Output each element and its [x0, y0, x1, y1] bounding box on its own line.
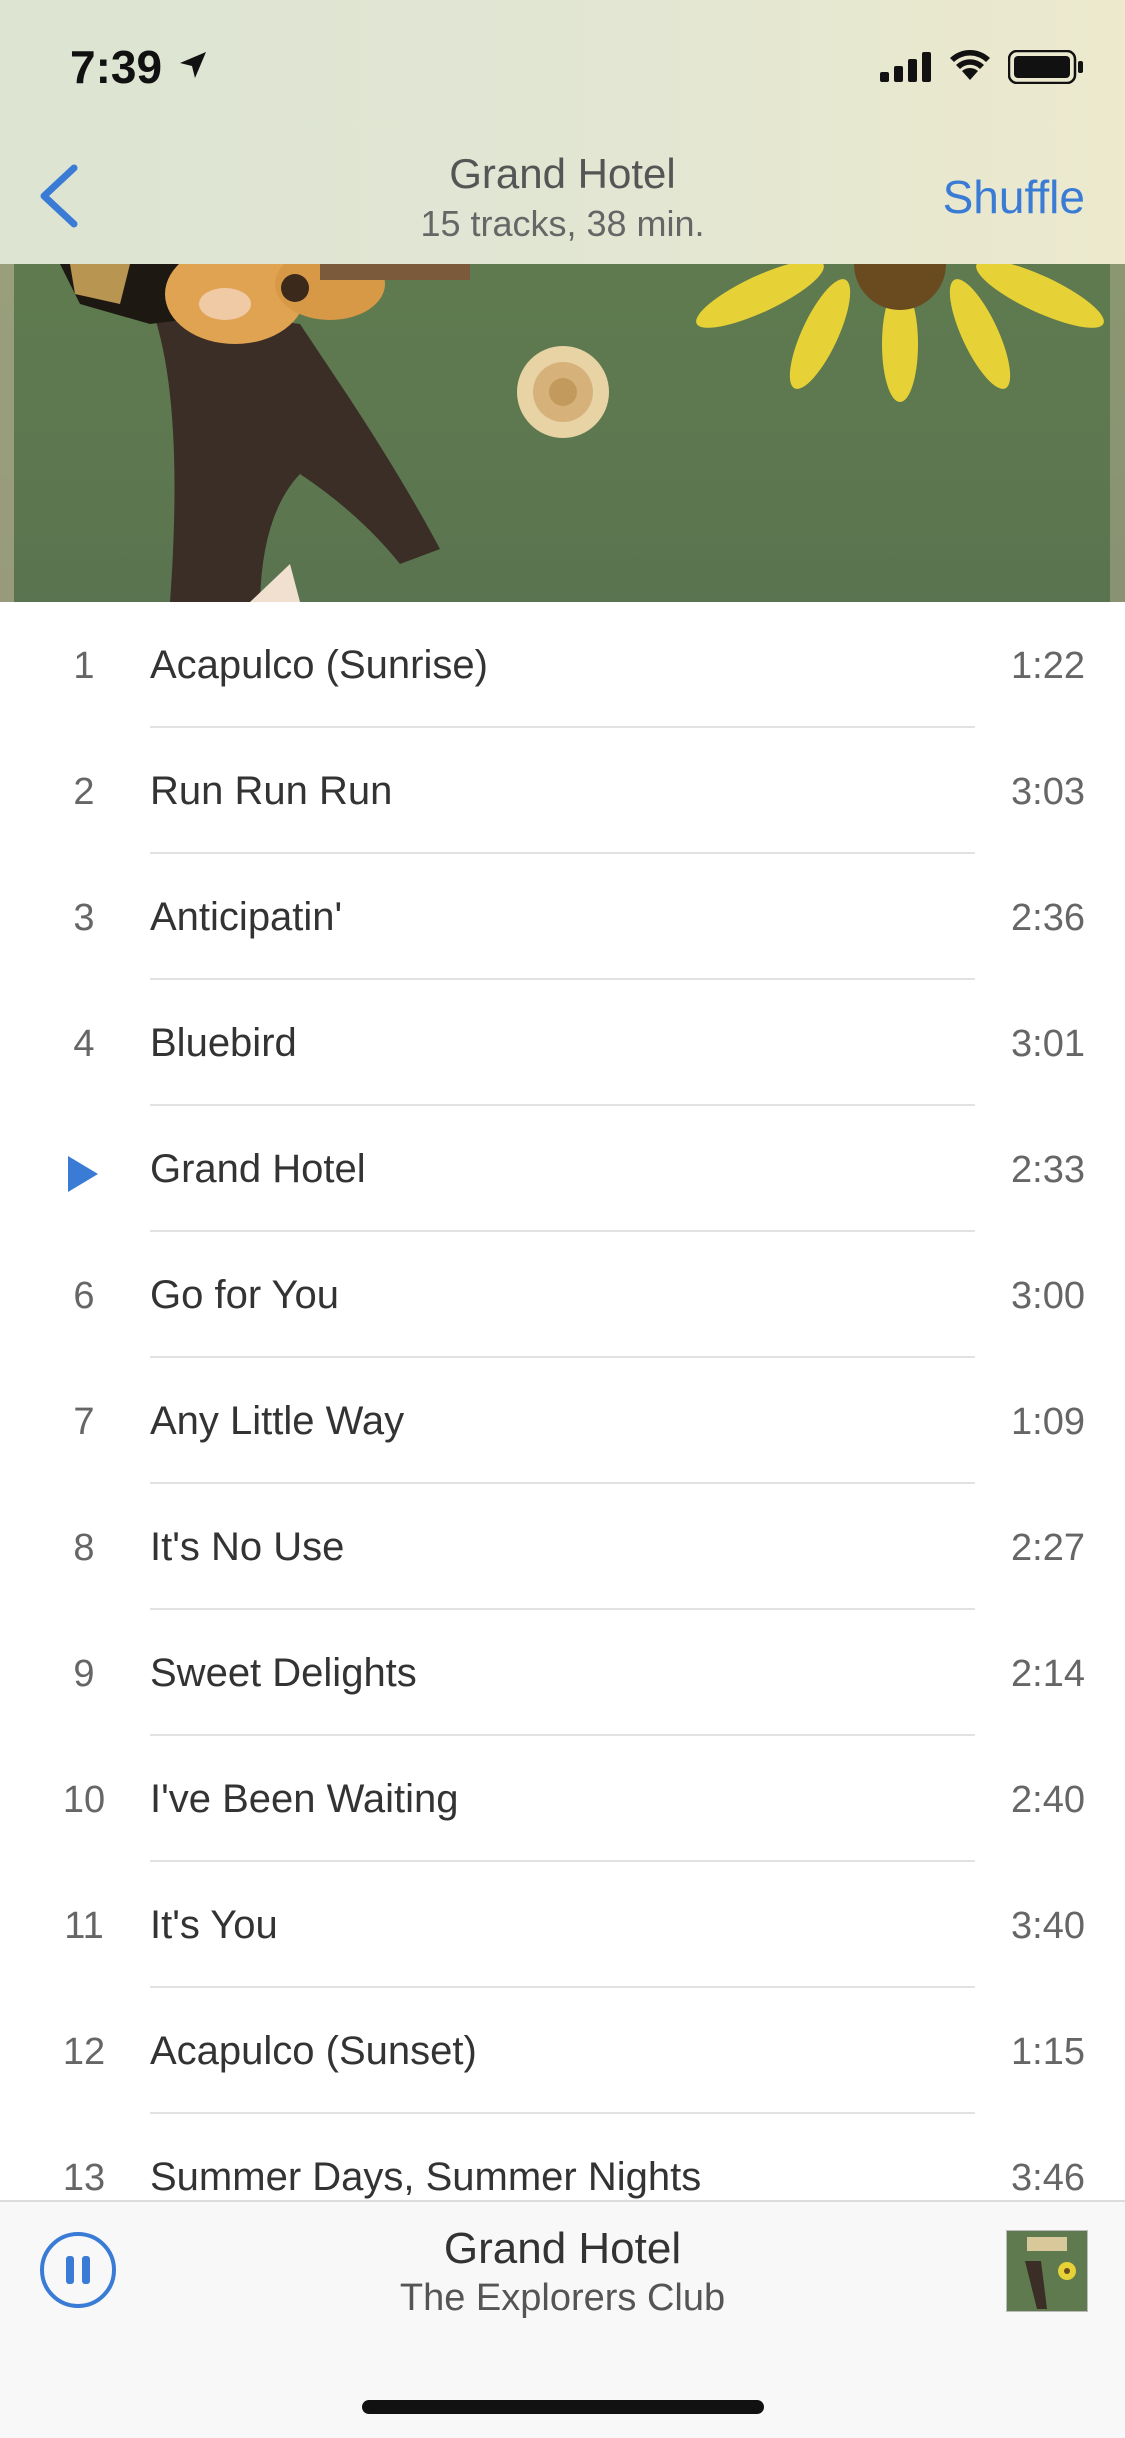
location-arrow-icon	[180, 52, 206, 78]
track-duration: 2:33	[1011, 1149, 1085, 1191]
artwork-thumbnail-image	[1007, 2231, 1087, 2311]
album-artwork	[0, 264, 1125, 602]
track-row[interactable]: 8 It's No Use 2:27	[0, 1484, 1125, 1610]
home-indicator[interactable]	[362, 2400, 764, 2414]
track-number: 9	[73, 1653, 95, 1695]
track-number: 11	[64, 1905, 104, 1947]
album-artwork-image	[0, 264, 1125, 602]
track-duration: 2:40	[1011, 1779, 1085, 1821]
track-row[interactable]: 1 Acapulco (Sunrise) 1:22	[0, 602, 1125, 728]
now-playing-artist: The Explorers Club	[399, 2277, 726, 2319]
track-title: Any Little Way	[150, 1399, 405, 1443]
track-duration: 2:27	[1011, 1527, 1085, 1569]
track-number: 13	[62, 2157, 106, 2199]
now-playing-title: Grand Hotel	[443, 2224, 682, 2273]
track-title: I've Been Waiting	[150, 1777, 459, 1821]
track-row[interactable]: 10 I've Been Waiting 2:40	[0, 1736, 1125, 1862]
track-row[interactable]: 4 Bluebird 3:01	[0, 980, 1125, 1106]
track-title: Grand Hotel	[150, 1147, 366, 1191]
track-duration: 3:03	[1011, 771, 1085, 813]
track-title: Acapulco (Sunset)	[150, 2029, 477, 2073]
track-number: 4	[73, 1023, 95, 1065]
track-row[interactable]: 9 Sweet Delights 2:14	[0, 1610, 1125, 1736]
now-playing-icon	[68, 1156, 98, 1192]
track-duration: 1:22	[1011, 645, 1085, 687]
track-row[interactable]: 3 Anticipatin' 2:36	[0, 854, 1125, 980]
track-number: 1	[73, 645, 95, 687]
track-row[interactable]: 7 Any Little Way 1:09	[0, 1358, 1125, 1484]
track-title: Acapulco (Sunrise)	[150, 643, 488, 687]
track-duration: 1:09	[1011, 1401, 1085, 1443]
track-title: Run Run Run	[150, 769, 393, 813]
track-row[interactable]: 2 Run Run Run 3:03	[0, 728, 1125, 854]
track-duration: 1:15	[1011, 2031, 1085, 2073]
track-title: Bluebird	[150, 1021, 297, 1065]
track-number: 2	[73, 771, 95, 813]
track-duration: 3:00	[1011, 1275, 1085, 1317]
track-row[interactable]: 11 It's You 3:40	[0, 1862, 1125, 1988]
track-duration: 3:40	[1011, 1905, 1085, 1947]
track-title: It's You	[150, 1903, 278, 1947]
track-duration: 3:46	[1011, 2157, 1085, 2199]
navigation-header: 7:39 Grand Hotel 15 tracks, 38 min. Shuf…	[0, 0, 1125, 264]
wifi-icon	[950, 50, 990, 80]
track-title: Summer Days, Summer Nights	[150, 2155, 702, 2199]
track-title: Sweet Delights	[150, 1651, 417, 1695]
track-number: 12	[62, 2031, 106, 2073]
cellular-signal-icon	[880, 52, 931, 82]
track-number: 8	[73, 1527, 95, 1569]
track-row-now-playing[interactable]: Grand Hotel 2:33	[0, 1106, 1125, 1232]
track-title: Anticipatin'	[150, 895, 343, 939]
track-number: 10	[62, 1779, 106, 1821]
track-duration: 2:36	[1011, 897, 1085, 939]
track-list: 1 Acapulco (Sunrise) 1:22 2 Run Run Run …	[0, 602, 1125, 2240]
track-row[interactable]: 6 Go for You 3:00	[0, 1232, 1125, 1358]
track-title: Go for You	[150, 1273, 340, 1317]
battery-icon	[1008, 50, 1083, 84]
track-number: 6	[73, 1275, 95, 1317]
track-title: It's No Use	[150, 1525, 345, 1569]
status-time: 7:39	[70, 41, 163, 93]
track-row[interactable]: 12 Acapulco (Sunset) 1:15	[0, 1988, 1125, 2114]
track-duration: 2:14	[1011, 1653, 1085, 1695]
track-number: 7	[73, 1401, 95, 1443]
now-playing-artwork-thumbnail[interactable]	[1006, 2230, 1088, 2312]
track-number: 3	[73, 897, 95, 939]
shuffle-button[interactable]: Shuffle	[943, 170, 1085, 224]
track-duration: 3:01	[1011, 1023, 1085, 1065]
